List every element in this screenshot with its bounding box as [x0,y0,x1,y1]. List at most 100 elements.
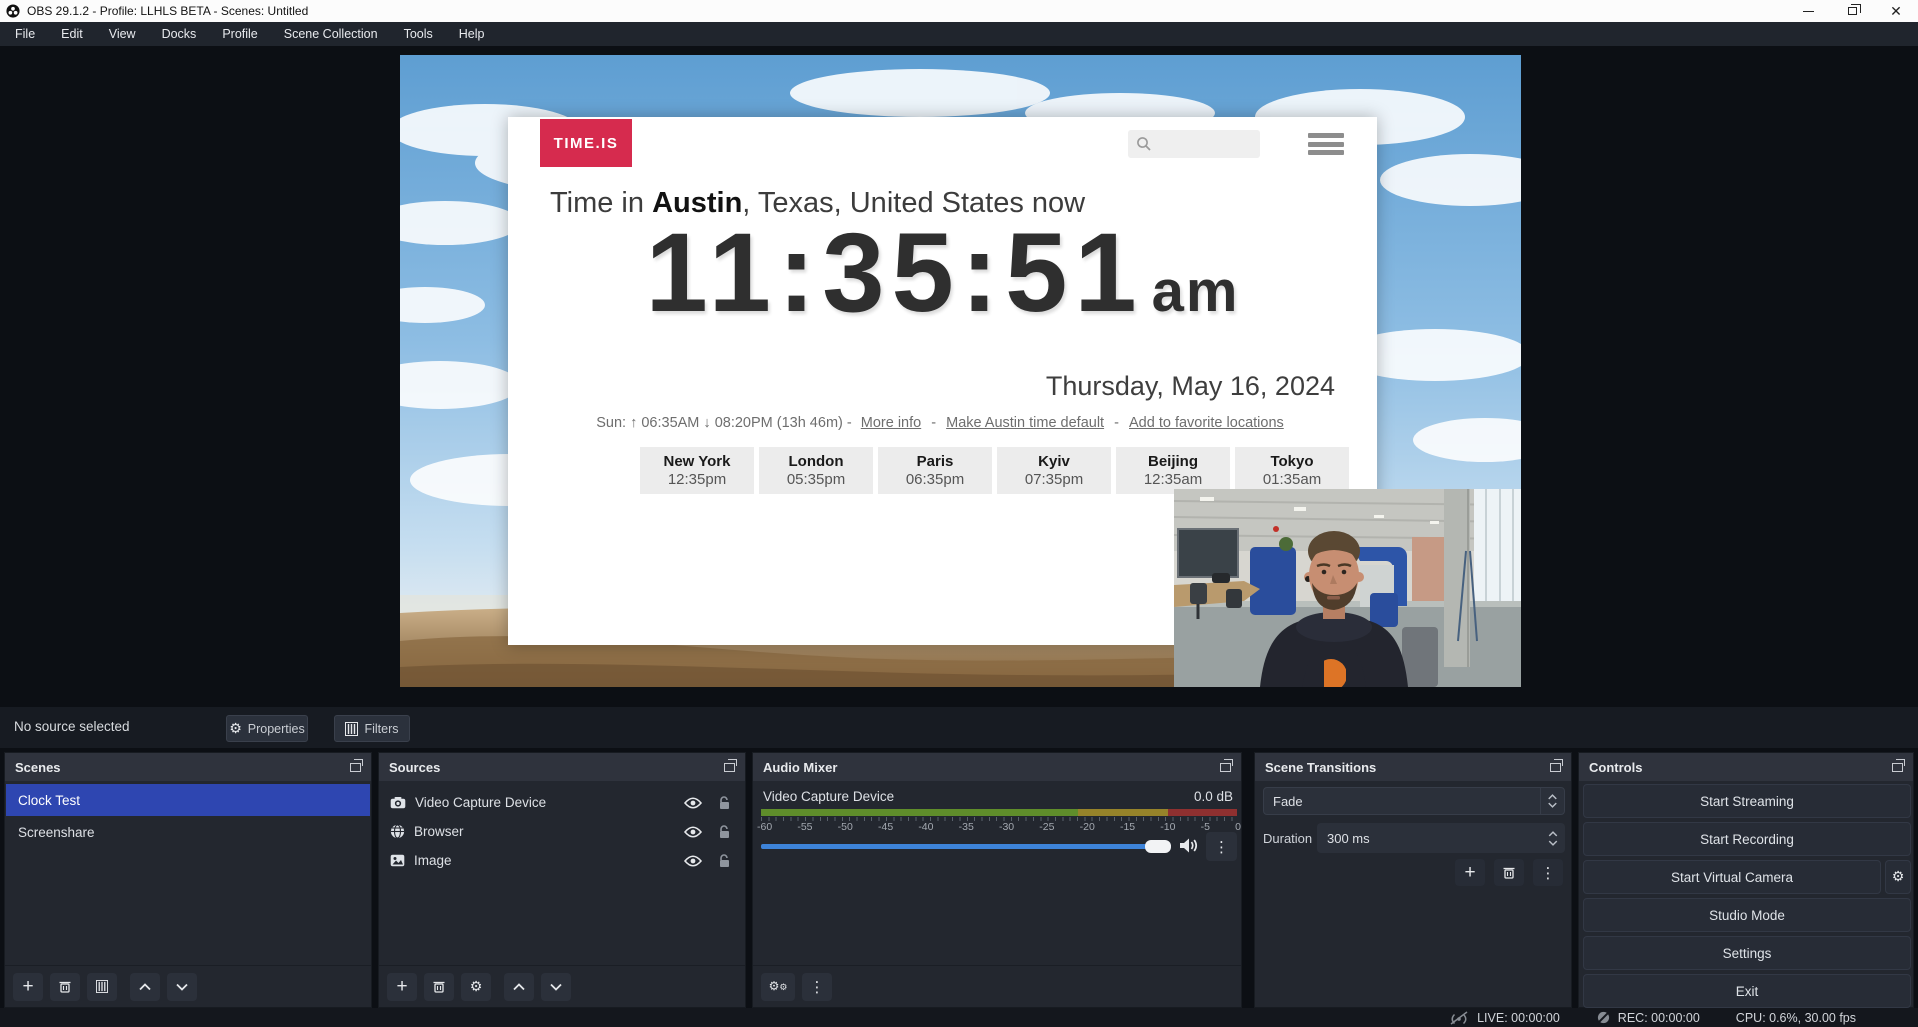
close-button[interactable]: ✕ [1874,0,1918,22]
studio-mode-button[interactable]: Studio Mode [1583,898,1911,932]
source-item-browser[interactable]: Browser [380,817,744,846]
image-icon [390,854,405,867]
filters-button[interactable]: Filters [334,715,410,742]
menu-file[interactable]: File [2,22,48,46]
unlock-icon[interactable] [718,796,730,810]
menu-edit[interactable]: Edit [48,22,96,46]
scene-item-screenshare[interactable]: Screenshare [6,816,370,848]
menu-tools[interactable]: Tools [391,22,446,46]
move-scene-down-button[interactable] [167,973,197,1001]
city-london[interactable]: London05:35pm [759,447,873,494]
scene-filters-button[interactable] [87,973,117,1001]
obs-window: OBS 29.1.2 - Profile: LLHLS BETA - Scene… [0,0,1918,1027]
advanced-audio-button[interactable]: ⚙⚙ [761,973,795,1001]
webcam-video-source[interactable] [1174,489,1521,687]
transition-select-arrows[interactable] [1540,788,1564,814]
move-source-down-button[interactable] [541,973,571,1001]
unlock-icon[interactable] [718,825,730,839]
menu-help[interactable]: Help [446,22,498,46]
popout-dock-icon[interactable] [1220,763,1231,772]
preview-canvas[interactable]: TIME.IS Time in Austin, Texas, United St… [400,55,1521,687]
gear-icon: ⚙ [470,980,483,994]
transition-select[interactable]: Fade [1263,787,1565,815]
restore-button[interactable] [1830,0,1874,22]
settings-button[interactable]: Settings [1583,936,1911,970]
remove-transition-button[interactable] [1494,859,1524,886]
menu-scene-collection[interactable]: Scene Collection [271,22,391,46]
timeis-clock: 11:35:51am [508,217,1377,329]
more-info-link[interactable]: More info [861,415,921,431]
chevron-down-icon [1548,802,1557,808]
add-scene-button[interactable]: + [13,973,43,1001]
live-status: LIVE: 00:00:00 [1448,1011,1560,1025]
properties-button[interactable]: ⚙ Properties [226,715,308,742]
chevron-up-icon [1548,794,1557,800]
favorite-locations-link[interactable]: Add to favorite locations [1129,415,1284,431]
start-streaming-button[interactable]: Start Streaming [1583,784,1911,818]
menu-view[interactable]: View [96,22,149,46]
transition-properties-button[interactable]: ⋮ [1533,859,1563,886]
source-properties-button[interactable]: ⚙ [461,973,491,1001]
move-source-up-button[interactable] [504,973,534,1001]
popout-dock-icon[interactable] [1892,763,1903,772]
add-transition-button[interactable]: + [1455,859,1485,886]
city-tokyo[interactable]: Tokyo01:35am [1235,447,1349,494]
chevron-up-icon [513,983,525,991]
volume-slider-handle[interactable] [1145,840,1171,853]
mixer-options-button[interactable]: ⋮ [1206,832,1237,861]
record-off-icon [1596,1010,1611,1025]
world-cities-row: New York12:35pm London05:35pm Paris06:35… [640,447,1349,494]
volume-meter [761,809,1237,816]
duration-spin-arrows[interactable] [1548,831,1558,846]
minimize-button[interactable] [1786,0,1830,22]
timeis-search-input[interactable] [1128,130,1260,158]
duration-input[interactable]: 300 ms [1317,823,1565,853]
popout-dock-icon[interactable] [724,763,735,772]
timeis-logo[interactable]: TIME.IS [540,119,632,167]
popout-dock-icon[interactable] [1550,763,1561,772]
source-item-video-capture[interactable]: Video Capture Device [380,788,744,817]
minimize-icon [1803,11,1814,12]
add-source-button[interactable]: + [387,973,417,1001]
controls-header[interactable]: Controls [1579,753,1913,781]
make-default-link[interactable]: Make Austin time default [946,415,1104,431]
menu-profile[interactable]: Profile [209,22,270,46]
search-icon [1136,136,1152,152]
menu-docks[interactable]: Docks [149,22,210,46]
exit-button[interactable]: Exit [1583,974,1911,1008]
volume-slider[interactable] [761,844,1171,849]
visibility-eye-icon[interactable] [684,826,702,838]
remove-scene-button[interactable] [50,973,80,1001]
source-item-image[interactable]: Image [380,846,744,875]
chevron-down-icon [550,983,562,991]
virtual-camera-settings-button[interactable]: ⚙ [1885,860,1911,894]
scenes-panel: Scenes Clock Test Screenshare + [4,752,372,1008]
start-virtual-camera-button[interactable]: Start Virtual Camera [1583,860,1881,894]
sources-panel-header[interactable]: Sources [379,753,745,781]
mixer-menu-button[interactable]: ⋮ [802,973,832,1001]
audio-mixer-header[interactable]: Audio Mixer [753,753,1241,781]
start-recording-button[interactable]: Start Recording [1583,822,1911,856]
hamburger-menu-icon[interactable] [1308,133,1344,155]
am-pm: am [1152,259,1240,324]
transitions-header[interactable]: Scene Transitions [1255,753,1571,781]
popout-dock-icon[interactable] [350,763,361,772]
plus-icon: + [1464,863,1475,882]
remove-source-button[interactable] [424,973,454,1001]
mixer-channel-level: 0.0 dB [1194,789,1233,804]
unlock-icon[interactable] [718,854,730,868]
scene-item-clock-test[interactable]: Clock Test [6,784,370,816]
city-newyork[interactable]: New York12:35pm [640,447,754,494]
title-bar: OBS 29.1.2 - Profile: LLHLS BETA - Scene… [0,0,1918,22]
city-beijing[interactable]: Beijing12:35am [1116,447,1230,494]
camera-icon [390,797,406,809]
visibility-eye-icon[interactable] [684,855,702,867]
speaker-icon[interactable] [1179,837,1198,854]
source-context-toolbar: No source selected ⚙ Properties Filters [0,707,1918,748]
city-kyiv[interactable]: Kyiv07:35pm [997,447,1111,494]
visibility-eye-icon[interactable] [684,797,702,809]
city-paris[interactable]: Paris06:35pm [878,447,992,494]
scenes-panel-header[interactable]: Scenes [5,753,371,781]
gear-icon: ⚙ [1892,870,1905,884]
move-scene-up-button[interactable] [130,973,160,1001]
